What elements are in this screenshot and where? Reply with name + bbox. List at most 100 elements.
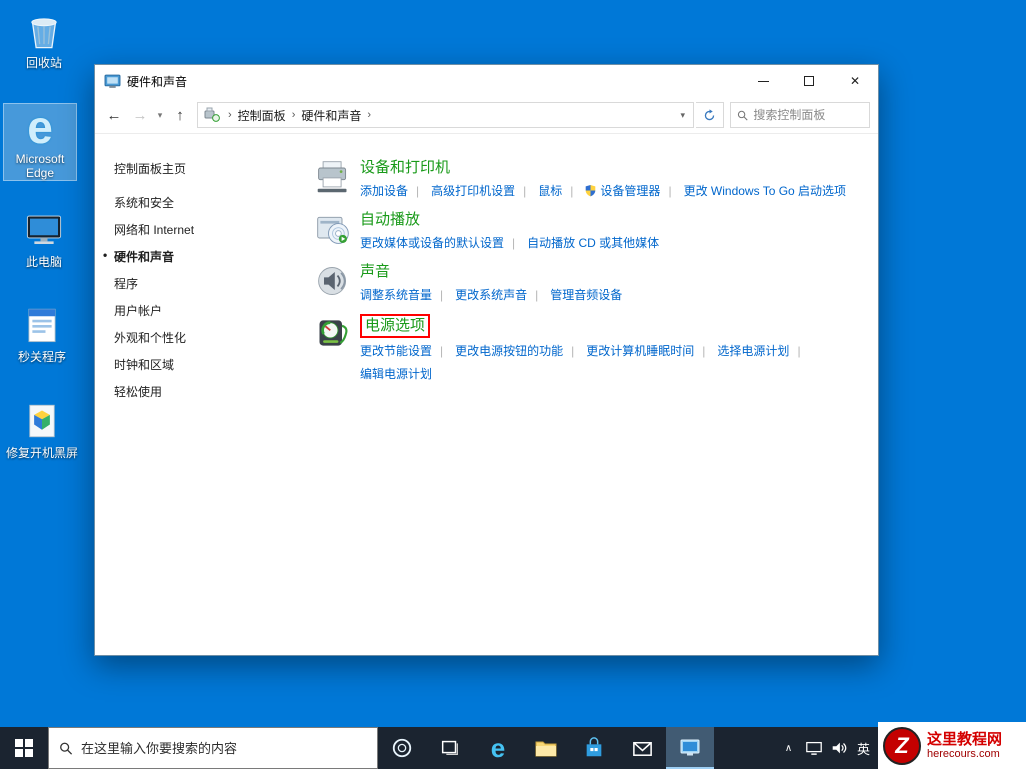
link-device-manager[interactable]: 设备管理器 [562,182,660,199]
breadcrumb-hardware-sound[interactable]: 硬件和声音 [301,107,361,124]
sidebar-item-appearance[interactable]: 外观和个性化 [114,329,295,346]
sidebar-item-network-internet[interactable]: 网络和 Internet [114,221,295,238]
repair-box-icon [6,398,78,444]
category-title-power-options[interactable]: 电源选项 [365,316,425,336]
minimize-button[interactable] [740,65,786,97]
link-manage-audio-devices[interactable]: 管理音频设备 [527,286,622,303]
active-window-icon [678,736,702,760]
breadcrumb-control-panel[interactable]: 控制面板 [238,107,286,124]
autoplay-icon [315,211,351,247]
link-change-power-button[interactable]: 更改电源按钮的功能 [432,342,563,359]
link-adjust-system-volume[interactable]: 调整系统音量 [360,286,432,303]
tray-network-icon[interactable] [801,727,826,769]
link-change-system-sounds[interactable]: 更改系统声音 [432,286,527,303]
window-titlebar[interactable]: 硬件和声音 [95,65,878,97]
sidebar-item-programs[interactable]: 程序 [114,275,295,292]
link-add-device[interactable]: 添加设备 [360,182,408,199]
watermark: Z 这里教程网 herecours.com [878,722,1026,769]
up-button[interactable]: ↑ [167,102,193,128]
recycle-bin-icon [8,8,80,54]
sidebar-item-hardware-sound[interactable]: 硬件和声音 [114,248,295,265]
start-button[interactable] [0,727,48,769]
printer-icon [315,159,351,195]
task-view-button[interactable] [426,727,474,769]
category-title-autoplay[interactable]: 自动播放 [360,210,420,230]
link-separator [789,344,800,358]
watermark-site-url: herecours.com [927,748,1002,761]
link-change-sleep-time[interactable]: 更改计算机睡眠时间 [563,342,694,359]
uac-shield-icon [585,184,596,197]
cortana-button[interactable] [378,727,426,769]
link-advanced-printer-setup[interactable]: 高级打印机设置 [408,182,515,199]
desktop-icon-label: 回收站 [8,56,80,70]
sidebar-item-system-security[interactable]: 系统和安全 [114,194,295,211]
app-window-icon [6,302,78,348]
category-title-sound[interactable]: 声音 [360,262,390,282]
category-power-options: 电源选项 更改节能设置 更改电源按钮的功能 更改计算机睡眠时间 选择电源计划 编… [315,314,868,382]
address-bar[interactable]: 控制面板 硬件和声音 [197,102,694,128]
this-pc-icon [8,207,80,253]
link-change-default-media-settings[interactable]: 更改媒体或设备的默认设置 [360,234,504,251]
category-devices-printers: 设备和打印机 添加设备 高级打印机设置 鼠标 设备管理器 [315,158,868,199]
taskbar-search-input[interactable] [81,741,367,756]
category-title-devices-printers[interactable]: 设备和打印机 [360,158,450,178]
edge-icon: e [491,735,505,761]
desktop-icon-quick-close-app[interactable]: 秒关程序 [6,302,78,364]
sidebar-item-user-accounts[interactable]: 用户帐户 [114,302,295,319]
taskbar-search-box[interactable] [48,727,378,769]
breadcrumb-separator-icon[interactable] [361,109,377,121]
refresh-button[interactable] [696,102,724,128]
folder-icon [534,736,558,760]
address-dropdown-icon[interactable] [676,110,689,121]
sidebar: 控制面板主页 系统和安全 网络和 Internet 硬件和声音 程序 用户帐户 … [95,134,295,655]
power-meter-icon [315,315,351,351]
tray-language-indicator[interactable]: 英 [851,727,876,769]
window-icon [104,73,121,90]
forward-button[interactable]: → [127,102,153,128]
task-view-icon [439,737,461,759]
link-device-manager-label: 设备管理器 [600,182,660,199]
link-mouse[interactable]: 鼠标 [515,182,562,199]
link-windows-to-go[interactable]: 更改 Windows To Go 启动选项 [660,182,846,199]
store-icon [583,737,605,759]
main-panel: 设备和打印机 添加设备 高级打印机设置 鼠标 设备管理器 [295,134,878,655]
desktop-icon-this-pc[interactable]: 此电脑 [8,207,80,269]
breadcrumb-separator-icon[interactable] [286,109,302,121]
mail-icon [631,737,654,760]
edge-icon: e [4,104,76,150]
search-icon [59,741,73,756]
back-button[interactable]: ← [101,102,127,128]
desktop-icon-microsoft-edge[interactable]: e Microsoft Edge [4,104,76,180]
cortana-icon [391,737,413,759]
sidebar-item-clock-region[interactable]: 时钟和区域 [114,356,295,373]
store-button[interactable] [570,727,618,769]
tray-show-hidden-icons[interactable]: ∧ [776,727,801,769]
desktop-icon-fix-black-screen[interactable]: 修复开机黑屏 [6,398,78,460]
refresh-icon [703,109,716,122]
desktop-icon-label: 秒关程序 [6,350,78,364]
taskbar-edge-button[interactable]: e [474,727,522,769]
category-sound: 声音 调整系统音量 更改系统声音 管理音频设备 [315,262,868,303]
mail-button[interactable] [618,727,666,769]
window-content: 控制面板主页 系统和安全 网络和 Internet 硬件和声音 程序 用户帐户 … [95,134,878,655]
search-input[interactable] [753,108,863,122]
link-edit-power-plan[interactable]: 编辑电源计划 [360,365,432,382]
history-dropdown-icon[interactable]: ▾ [153,110,167,121]
category-autoplay: 自动播放 更改媒体或设备的默认设置 自动播放 CD 或其他媒体 [315,210,868,251]
link-autoplay-cd-media[interactable]: 自动播放 CD 或其他媒体 [504,234,659,251]
sidebar-item-home[interactable]: 控制面板主页 [114,160,295,177]
link-choose-power-plan[interactable]: 选择电源计划 [694,342,789,359]
file-explorer-button[interactable] [522,727,570,769]
search-box[interactable] [730,102,870,128]
link-change-power-saving[interactable]: 更改节能设置 [360,342,432,359]
search-icon [737,109,748,122]
sidebar-item-ease-of-access[interactable]: 轻松使用 [114,383,295,400]
close-button[interactable] [832,65,878,97]
desktop-icon-recycle-bin[interactable]: 回收站 [8,8,80,70]
maximize-button[interactable] [786,65,832,97]
window-title: 硬件和声音 [127,73,187,90]
control-panel-window: 硬件和声音 ← → ▾ ↑ 控制面板 硬件和声音 [94,64,879,656]
tray-volume-icon[interactable] [826,727,851,769]
desktop-icon-label: Microsoft Edge [4,152,76,180]
taskbar-active-window-button[interactable] [666,727,714,769]
